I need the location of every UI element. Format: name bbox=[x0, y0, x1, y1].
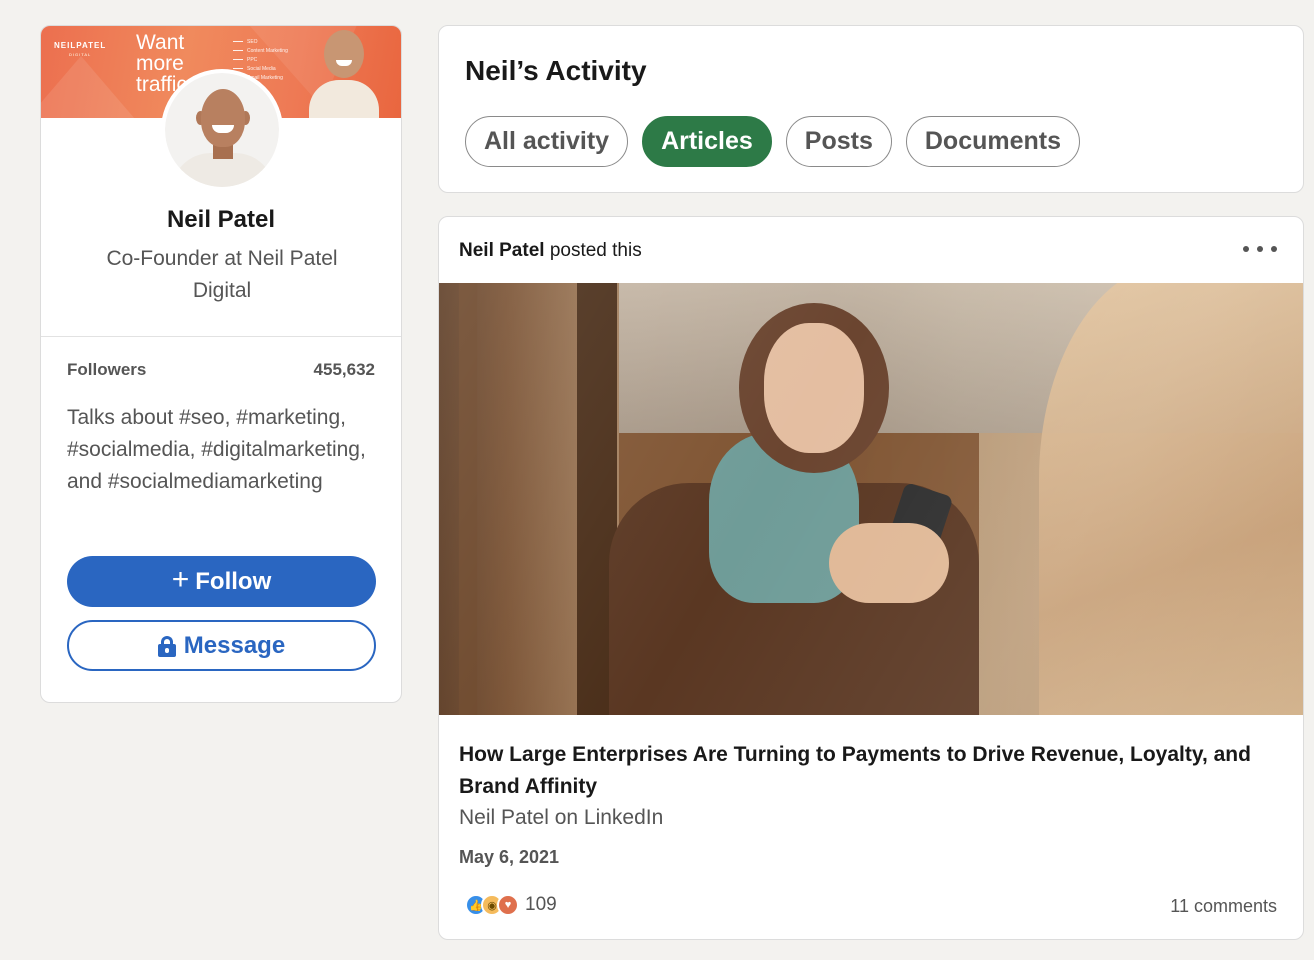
comments-count[interactable]: 11 comments bbox=[1170, 896, 1277, 917]
post-action: posted this bbox=[549, 240, 642, 261]
plus-icon: + bbox=[171, 563, 190, 596]
banner-list-item: PPC bbox=[233, 56, 288, 65]
post-image[interactable] bbox=[439, 283, 1303, 715]
banner-list-item: SEO bbox=[233, 38, 288, 47]
reaction-count: 109 bbox=[525, 894, 557, 915]
profile-card: NEILPATEL DIGITAL Want more traffic SEO … bbox=[40, 25, 402, 703]
divider bbox=[41, 336, 401, 337]
follow-button[interactable]: + Follow bbox=[67, 556, 376, 607]
talks-about: Talks about #seo, #marketing, #socialmed… bbox=[67, 406, 366, 493]
post-date: May 6, 2021 bbox=[459, 847, 560, 867]
profile-title: Co-Founder at Neil Patel Digital bbox=[106, 247, 338, 302]
filter-posts[interactable]: Posts bbox=[785, 116, 892, 167]
banner-list-item: Content Marketing bbox=[233, 47, 288, 56]
love-icon: ♥ bbox=[497, 894, 519, 916]
reactions[interactable]: 👍 ◉ ♥ 109 bbox=[465, 894, 557, 916]
activity-filters: All activity Articles Posts Documents bbox=[465, 116, 1081, 167]
lock-icon bbox=[157, 635, 176, 657]
post-title[interactable]: How Large Enterprises Are Turning to Pay… bbox=[459, 739, 1279, 803]
message-label: Message bbox=[183, 631, 286, 659]
post-card: Neil Patel posted this How Large Enterpr… bbox=[438, 216, 1304, 940]
banner-person-image bbox=[309, 26, 379, 118]
followers-count: 455,632 bbox=[313, 360, 375, 379]
post-author[interactable]: Neil Patel bbox=[459, 240, 545, 261]
more-options-icon[interactable] bbox=[1243, 239, 1277, 259]
activity-title: Neil’s Activity bbox=[465, 55, 647, 86]
banner-brand: NEILPATEL bbox=[54, 41, 107, 50]
avatar[interactable] bbox=[161, 69, 283, 191]
message-button[interactable]: Message bbox=[67, 620, 376, 671]
banner-brand-sub: DIGITAL bbox=[69, 52, 92, 57]
profile-name[interactable]: Neil Patel bbox=[41, 206, 401, 234]
follow-label: Follow bbox=[195, 567, 272, 595]
post-header: Neil Patel posted this bbox=[459, 240, 642, 262]
followers-label: Followers bbox=[67, 360, 147, 379]
filter-all-activity[interactable]: All activity bbox=[465, 116, 629, 167]
filter-documents[interactable]: Documents bbox=[905, 116, 1081, 167]
activity-card: Neil’s Activity All activity Articles Po… bbox=[438, 25, 1304, 193]
filter-articles[interactable]: Articles bbox=[642, 116, 772, 167]
post-source: Neil Patel on LinkedIn bbox=[459, 806, 664, 829]
